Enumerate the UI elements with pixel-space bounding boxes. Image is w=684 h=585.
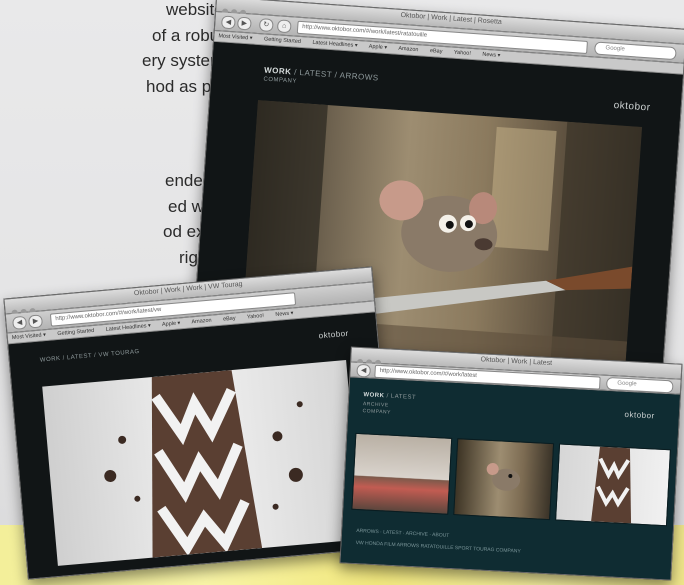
video-player[interactable]	[42, 360, 362, 566]
nav-company[interactable]: COMPANY	[362, 408, 391, 415]
breadcrumb-work[interactable]: WORK	[264, 66, 292, 77]
thumbnail-ratatouille[interactable]	[453, 438, 555, 521]
bookmark-item[interactable]: Getting Started	[57, 328, 94, 337]
site-logo[interactable]: oktobor	[318, 329, 349, 341]
breadcrumb-work[interactable]: WORK	[363, 392, 384, 399]
bookmark-item[interactable]: eBay	[430, 48, 443, 55]
bookmark-item[interactable]: eBay	[223, 316, 236, 323]
breadcrumb-rest[interactable]: / LATEST / ARROWS	[294, 68, 379, 83]
rat-thumbnail-art	[486, 463, 521, 491]
bookmark-item[interactable]: News ▾	[482, 52, 500, 59]
bookmark-item[interactable]: Apple ▾	[162, 320, 181, 328]
breadcrumb: WORK / LATEST	[363, 392, 416, 401]
back-button[interactable]: ◀	[220, 15, 236, 30]
forward-button[interactable]: ▶	[27, 314, 44, 329]
breadcrumb-rest[interactable]: / LATEST	[386, 393, 416, 401]
browser-window-latest: Oktobor | Work | Latest ◀ http://www.okt…	[339, 346, 683, 581]
bookmark-item[interactable]: Latest Headlines ▾	[312, 40, 358, 49]
bookmark-item[interactable]: Getting Started	[264, 36, 301, 45]
breadcrumb-sub[interactable]: COMPANY	[263, 76, 297, 84]
reload-button[interactable]: ↻	[258, 18, 274, 33]
vw-thumbnail-art	[591, 446, 632, 524]
site-logo[interactable]: oktobor	[624, 410, 655, 421]
thumbnail-boat[interactable]	[351, 432, 453, 515]
bookmark-item[interactable]: Latest Headlines ▾	[105, 323, 151, 333]
browser-window-vw: Oktobor | Work | Work | VW Tourag ◀ ▶ ht…	[3, 266, 397, 580]
bookmark-item[interactable]: Yahoo!	[454, 50, 471, 57]
thumbnail-vw[interactable]	[555, 443, 671, 527]
bookmark-item[interactable]: Amazon	[398, 46, 419, 53]
back-button[interactable]: ◀	[356, 363, 371, 378]
page-content: WORK / LATEST / VW TOURAG oktobor	[8, 312, 396, 579]
forward-button[interactable]: ▶	[236, 16, 252, 31]
back-button[interactable]: ◀	[12, 315, 28, 330]
vw-logo-artwork	[104, 370, 303, 558]
bookmark-item[interactable]: News ▾	[275, 310, 294, 318]
page-content: WORK / LATEST ARCHIVE COMPANY oktobor AR…	[340, 377, 680, 580]
bookmark-item[interactable]: Apple ▾	[369, 44, 388, 51]
bookmark-item[interactable]: Most Visited ▾	[12, 332, 47, 341]
bookmark-item[interactable]: Amazon	[191, 318, 212, 326]
breadcrumb[interactable]: WORK / LATEST / VW TOURAG	[40, 349, 140, 364]
site-logo[interactable]: oktobor	[613, 100, 651, 114]
bookmark-item[interactable]: Most Visited ▾	[218, 33, 252, 41]
home-button[interactable]: ⌂	[276, 19, 292, 34]
bookmark-item[interactable]: Yahoo!	[247, 313, 264, 320]
